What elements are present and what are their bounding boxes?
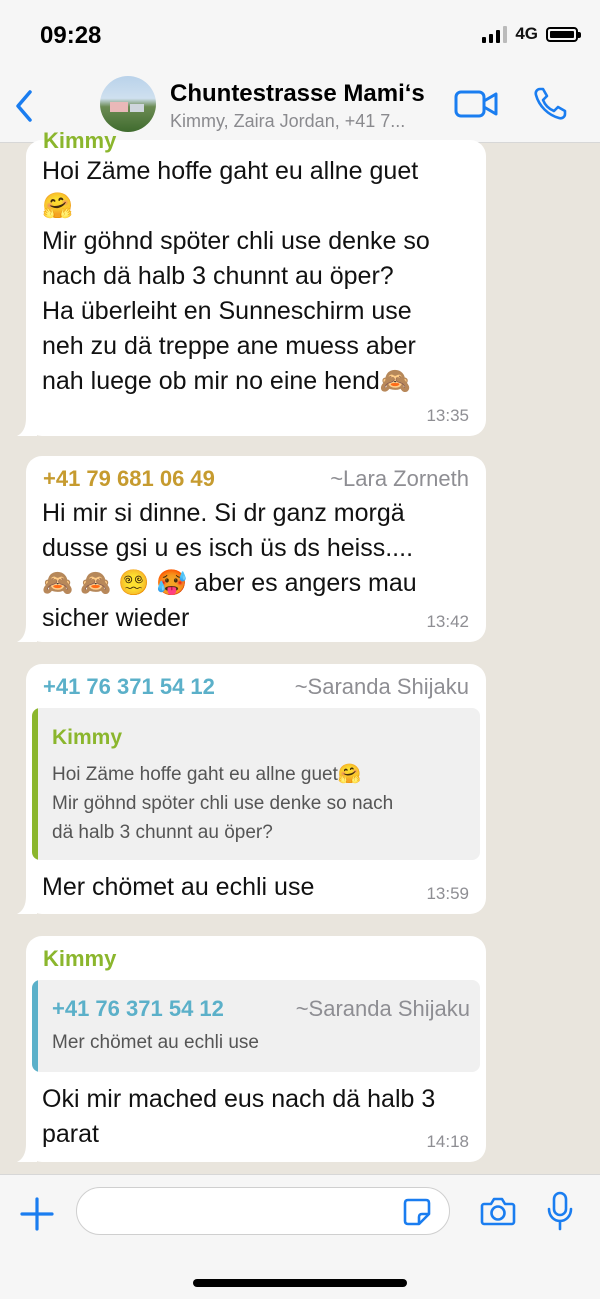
message-line: 🙈 🙈 😵‍💫 🥵 aber es angers mau (42, 569, 417, 597)
sender-phone: +41 76 371 54 12 (43, 674, 215, 699)
network-label: 4G (515, 24, 538, 43)
quoted-line: Hoi Zäme hoffe gaht eu allne guet🤗 (52, 764, 362, 785)
quoted-sender-alias: ~Saranda Shijaku (295, 996, 470, 1021)
quote-accent-bar (32, 980, 38, 1072)
home-indicator (193, 1279, 407, 1287)
sender-name: Kimmy (43, 946, 117, 971)
chat-title[interactable]: Chuntestrasse Mami‘s (170, 80, 425, 108)
back-chevron-icon[interactable] (10, 86, 40, 126)
message-line: neh zu dä treppe ane muess aber (42, 332, 416, 360)
composer-bar (0, 1174, 600, 1299)
message-line: sicher wieder (42, 604, 190, 632)
message-time: 13:35 (426, 406, 469, 425)
message-bubble[interactable]: Kimmy Hoi Zäme hoffe gaht eu allne guet … (17, 128, 486, 436)
bubble-tail (17, 418, 37, 436)
message-bubble[interactable]: +41 79 681 06 49 ~Lara Zorneth Hi mir si… (17, 456, 486, 642)
quoted-line: Mer chömet au echli use (52, 1032, 259, 1053)
voice-call-icon[interactable] (532, 86, 568, 122)
message-line: nach dä halb 3 chunnt au öper? (42, 262, 394, 290)
message-line: parat (42, 1120, 99, 1148)
message-line: Hi mir si dinne. Si dr ganz morgä (42, 499, 405, 527)
message-text: Mer chömet au echli use (42, 873, 315, 901)
camera-icon[interactable] (480, 1195, 516, 1227)
quoted-sender-name: Kimmy (52, 726, 123, 749)
quoted-line: Mir göhnd spöter chli use denke so nach (52, 793, 394, 814)
bubble-tail (17, 624, 37, 642)
message-line: Mir göhnd spöter chli use denke so (42, 227, 430, 255)
signal-icon (482, 25, 508, 43)
bubble-tail (17, 896, 37, 914)
message-line: Hoi Zäme hoffe gaht eu allne guet (42, 157, 419, 185)
sender-phone: +41 79 681 06 49 (43, 466, 215, 491)
message-line: Oki mir mached eus nach dä halb 3 (42, 1085, 436, 1113)
sender-alias: ~Saranda Shijaku (294, 674, 469, 699)
quoted-message[interactable]: +41 76 371 54 12 ~Saranda Shijaku Mer ch… (32, 980, 480, 1072)
sticker-icon[interactable] (402, 1197, 432, 1227)
status-bar: 09:28 4G (0, 0, 600, 70)
message-bubble[interactable]: Kimmy +41 76 371 54 12 ~Saranda Shijaku … (17, 936, 486, 1162)
quoted-sender-phone: +41 76 371 54 12 (52, 996, 224, 1021)
group-avatar[interactable] (100, 76, 156, 132)
message-input[interactable] (76, 1187, 450, 1235)
message-line: Ha überleiht en Sunneschirm use (42, 297, 412, 325)
battery-icon (546, 26, 581, 42)
sender-alias: ~Lara Zorneth (330, 466, 469, 491)
quoted-message[interactable]: Kimmy Hoi Zäme hoffe gaht eu allne guet🤗… (32, 708, 480, 860)
message-time: 13:59 (426, 884, 469, 903)
bubble-tail (17, 1144, 37, 1162)
message-time: 13:42 (426, 612, 469, 631)
sender-name: Kimmy (43, 128, 117, 153)
quote-accent-bar (32, 708, 38, 860)
status-indicators: 4G (482, 24, 581, 44)
message-line: dusse gsi u es isch üs ds heiss.... (42, 534, 414, 562)
status-time: 09:28 (40, 22, 102, 49)
microphone-icon[interactable] (546, 1191, 574, 1231)
message-line: nah luege ob mir no eine hend🙈 (42, 367, 411, 395)
video-call-icon[interactable] (454, 88, 498, 120)
plus-icon[interactable] (20, 1197, 54, 1231)
message-line: 🤗 (42, 192, 74, 220)
message-time: 14:18 (426, 1132, 469, 1151)
quoted-line: dä halb 3 chunnt au öper? (52, 822, 273, 843)
message-bubble[interactable]: +41 76 371 54 12 ~Saranda Shijaku Kimmy … (17, 664, 486, 914)
chat-members[interactable]: Kimmy, Zaira Jordan, +41 7... (170, 111, 405, 132)
